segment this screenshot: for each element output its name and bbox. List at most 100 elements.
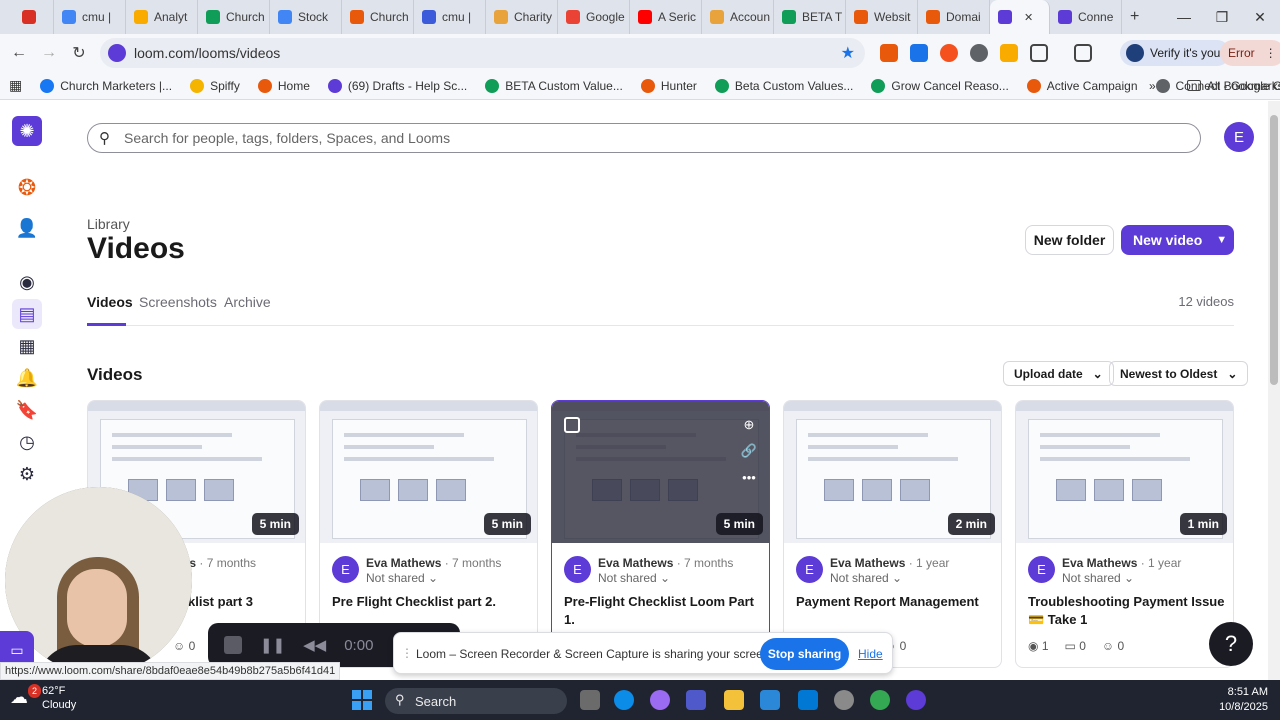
minimize-icon[interactable]: — — [1165, 0, 1203, 34]
breadcrumb-library[interactable]: Library — [87, 216, 130, 232]
cast-icon[interactable] — [1074, 44, 1092, 62]
share-user-icon[interactable]: ⊕ — [739, 415, 759, 435]
bookmark-item[interactable]: Spiffy — [181, 78, 249, 93]
settings-app-icon[interactable] — [834, 690, 854, 710]
video-title[interactable]: klist part 3 — [188, 593, 305, 611]
browser-tab[interactable]: Church — [198, 0, 270, 34]
extension-icon[interactable] — [970, 44, 988, 62]
chrome-icon[interactable] — [870, 690, 890, 710]
bell-icon[interactable]: 🔔 — [12, 363, 42, 393]
video-card[interactable]: ⊕ 🔗 ••• 5 min E Eva Mathews · 7 months Not sha… — [551, 400, 770, 668]
maximize-icon[interactable]: ❐ — [1203, 0, 1241, 34]
video-thumbnail[interactable]: 5 min — [320, 401, 537, 543]
extension-icon[interactable] — [880, 44, 898, 62]
browser-tab[interactable]: Stock — [270, 0, 342, 34]
store-icon[interactable] — [760, 690, 780, 710]
reload-icon[interactable]: ↻ — [64, 38, 94, 68]
add-user-icon[interactable]: 👤 — [12, 213, 42, 243]
browser-tab[interactable]: Conne — [1050, 0, 1122, 34]
extension-icon[interactable] — [910, 44, 928, 62]
share-status-dropdown[interactable]: Not shared ⌄ — [598, 571, 670, 585]
flame-app-icon[interactable]: ❂ — [12, 173, 42, 203]
edge-icon[interactable] — [614, 690, 634, 710]
share-status-dropdown[interactable]: Not shared ⌄ — [1062, 571, 1134, 585]
browser-tab[interactable]: Google — [558, 0, 630, 34]
video-title[interactable]: Pre-Flight Checklist Loom Part 1. — [564, 593, 764, 629]
weather-widget[interactable]: 2 ☁ 62°F Cloudy — [10, 684, 76, 712]
video-title[interactable]: Payment Report Management — [796, 593, 996, 611]
bookmark-item[interactable]: Beta Custom Values... — [706, 78, 863, 93]
browser-tab[interactable]: Charity — [486, 0, 558, 34]
more-options-icon[interactable]: ••• — [739, 467, 759, 487]
browser-tab[interactable]: Domai — [918, 0, 990, 34]
browser-tab[interactable]: ✕ — [990, 0, 1050, 34]
extension-icon[interactable] — [1000, 44, 1018, 62]
bookmark-item[interactable]: Active Campaign — [1018, 78, 1147, 93]
browser-tab[interactable]: Church — [342, 0, 414, 34]
apps-grid-icon[interactable]: ▦ — [0, 77, 31, 94]
video-thumbnail[interactable]: 2 min — [784, 401, 1001, 543]
share-status-dropdown[interactable]: Not shared ⌄ — [830, 571, 902, 585]
copy-link-icon[interactable]: 🔗 — [739, 441, 759, 461]
settings-gear-icon[interactable]: ⚙ — [12, 459, 42, 489]
bookmark-item[interactable]: Church Marketers |... — [31, 78, 181, 93]
sort-order-dropdown[interactable]: Newest to Oldest ⌄ — [1109, 361, 1249, 386]
loom-logo-icon[interactable]: ✺ — [12, 116, 42, 146]
select-checkbox[interactable] — [564, 417, 580, 433]
system-clock[interactable]: 8:51 AM 10/8/2025 — [1219, 685, 1268, 715]
verify-profile-button[interactable]: Verify it's you — [1120, 40, 1231, 66]
video-thumbnail[interactable]: ⊕ 🔗 ••• 5 min — [552, 401, 769, 543]
stop-recording-icon[interactable] — [224, 636, 242, 654]
help-button[interactable]: ? — [1209, 622, 1253, 666]
site-info-icon[interactable] — [108, 44, 126, 62]
drag-handle-icon[interactable]: ⋮ — [401, 646, 413, 660]
bookmark-icon[interactable]: 🔖 — [12, 395, 42, 425]
tab-screenshots[interactable]: Screenshots — [139, 294, 217, 310]
forward-icon[interactable]: → — [34, 38, 64, 68]
video-title[interactable]: Pre Flight Checklist part 2. — [332, 593, 532, 611]
video-title[interactable]: Troubleshooting Payment Issue 💳 Take 1 — [1028, 593, 1228, 629]
new-folder-button[interactable]: New folder — [1025, 225, 1114, 255]
browser-tab[interactable]: Accoun — [702, 0, 774, 34]
library-icon[interactable]: ▤ — [12, 299, 42, 329]
task-view-icon[interactable] — [580, 690, 600, 710]
back-icon[interactable]: ← — [4, 38, 34, 68]
new-tab-icon[interactable]: + — [1122, 0, 1147, 34]
new-video-button[interactable]: New video ▼ — [1121, 225, 1234, 255]
file-explorer-icon[interactable] — [724, 690, 744, 710]
video-card[interactable]: 1 min E Eva Mathews · 1 year Not shared ⌄ Tr… — [1015, 400, 1234, 668]
extensions-puzzle-icon[interactable] — [1030, 44, 1048, 62]
tab-archive[interactable]: Archive — [224, 294, 271, 310]
taskbar-search[interactable]: ⚲ Search — [385, 688, 567, 714]
search-input[interactable]: ⚲ Search for people, tags, folders, Spac… — [87, 123, 1201, 153]
account-icon[interactable]: ◉ — [12, 267, 42, 297]
loom-app-icon[interactable] — [906, 690, 926, 710]
teams-icon[interactable] — [686, 690, 706, 710]
error-button[interactable]: Error ⋮ — [1220, 40, 1280, 66]
page-scrollbar[interactable] — [1268, 101, 1280, 680]
user-avatar[interactable]: E — [1224, 122, 1254, 152]
close-window-icon[interactable]: ✕ — [1241, 0, 1279, 34]
video-thumbnail[interactable]: 1 min — [1016, 401, 1233, 543]
scrollbar-thumb[interactable] — [1270, 115, 1278, 385]
browser-tab[interactable]: A Seric — [630, 0, 702, 34]
all-bookmarks-folder[interactable]: All Bookmarks — [1178, 79, 1280, 93]
copilot-icon[interactable] — [650, 690, 670, 710]
bookmark-item[interactable]: Grow Cancel Reaso... — [862, 78, 1017, 93]
outlook-icon[interactable] — [798, 690, 818, 710]
browser-tab[interactable]: Websit — [846, 0, 918, 34]
video-card[interactable]: 2 min E Eva Mathews · 1 year Not shared ⌄ Pa… — [783, 400, 1002, 668]
stop-sharing-button[interactable]: Stop sharing — [760, 638, 849, 670]
pause-icon[interactable]: ❚❚ — [260, 636, 285, 654]
close-tab-icon[interactable]: ✕ — [1024, 11, 1033, 24]
history-clock-icon[interactable]: ◷ — [12, 427, 42, 457]
extension-icon[interactable] — [940, 44, 958, 62]
bookmark-item[interactable]: Home — [249, 78, 319, 93]
more-bookmarks-icon[interactable]: » — [1140, 79, 1165, 93]
share-status-dropdown[interactable]: Not shared ⌄ — [366, 571, 438, 585]
bookmark-star-icon[interactable]: ★ — [841, 43, 855, 63]
browser-tab[interactable] — [14, 0, 54, 34]
rewind-icon[interactable]: ◀◀ — [303, 636, 326, 654]
tab-videos[interactable]: Videos — [87, 294, 133, 310]
calendar-icon[interactable]: ▦ — [12, 331, 42, 361]
